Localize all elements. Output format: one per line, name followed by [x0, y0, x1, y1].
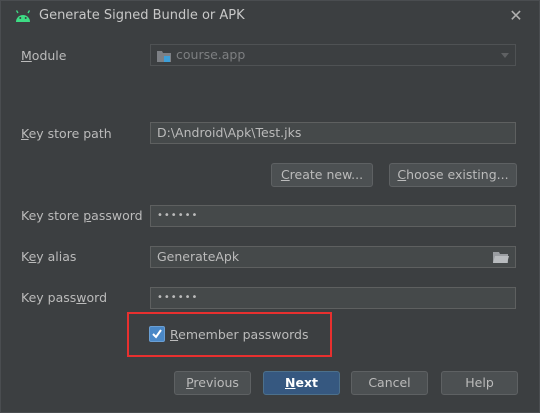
module-label: Module	[21, 48, 67, 63]
next-button[interactable]: Next	[263, 371, 340, 395]
title-bar: Generate Signed Bundle or APK ✕	[1, 1, 539, 31]
android-icon	[15, 10, 31, 22]
key-store-password-input[interactable]: ••••••	[150, 205, 516, 227]
key-alias-label: Key alias	[21, 249, 77, 264]
key-password-label: Key password	[21, 290, 108, 305]
key-store-path-input[interactable]: D:\Android\Apk\Test.jks	[150, 122, 516, 144]
window-title: Generate Signed Bundle or APK	[39, 8, 245, 23]
folder-icon[interactable]	[493, 250, 509, 264]
choose-existing-button[interactable]: Choose existing...	[389, 163, 517, 187]
key-alias-input[interactable]: GenerateApk	[150, 246, 516, 268]
previous-button[interactable]: Previous	[174, 371, 251, 395]
close-icon[interactable]: ✕	[507, 7, 525, 25]
module-value: course.app	[176, 47, 246, 62]
create-new-button[interactable]: Create new...	[271, 163, 373, 187]
key-password-input[interactable]: ••••••	[150, 287, 516, 309]
chevron-down-icon	[501, 53, 509, 58]
module-folder-icon	[157, 50, 171, 62]
key-alias-value: GenerateApk	[157, 249, 240, 264]
key-store-password-label: Key store password	[21, 208, 143, 223]
cancel-button[interactable]: Cancel	[351, 371, 428, 395]
module-dropdown[interactable]: course.app	[150, 44, 516, 66]
help-button[interactable]: Help	[441, 371, 518, 395]
key-store-path-label: Key store path	[21, 126, 112, 141]
highlight-box	[127, 312, 332, 357]
signed-apk-dialog: Generate Signed Bundle or APK ✕ Module c…	[0, 0, 540, 413]
